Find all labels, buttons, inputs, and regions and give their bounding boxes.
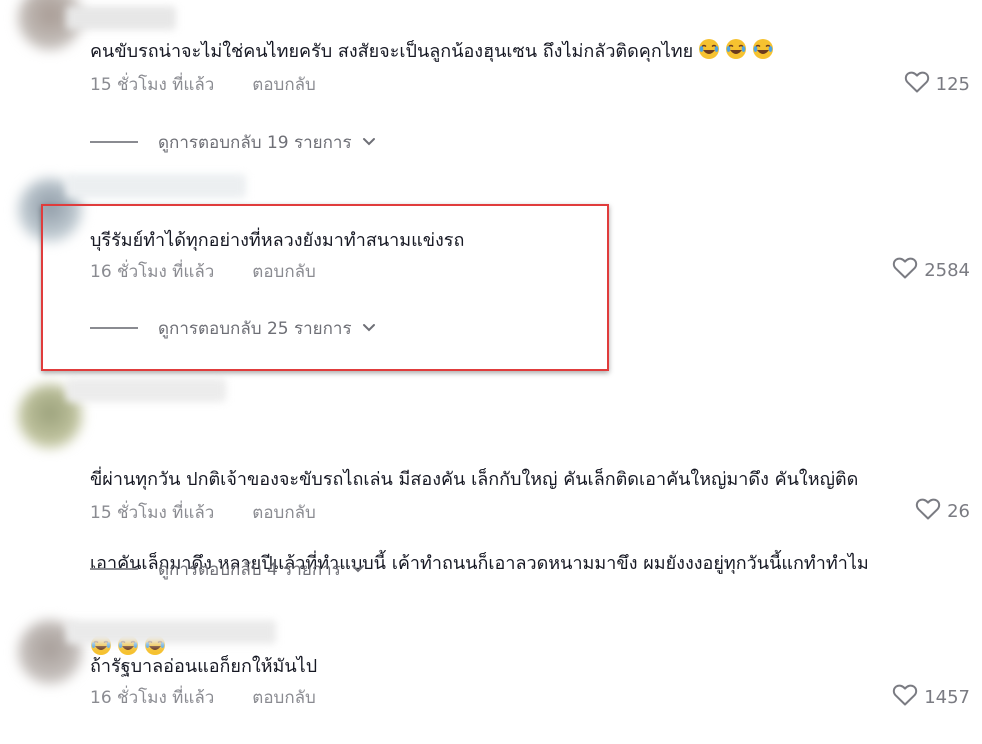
- comment-text-line: ขี่ผ่านทุกวัน ปกติเจ้าของจะขับรถไถเล่น ม…: [90, 469, 859, 490]
- laughing-face-icon: [698, 38, 720, 60]
- comment-item: บุรีรัมย์ทำได้ทุกอย่างที่หลวงยังมาทำสนาม…: [0, 170, 982, 360]
- reply-button[interactable]: ตอบกลับ: [252, 499, 316, 526]
- reply-button[interactable]: ตอบกลับ: [252, 71, 316, 98]
- comment-text: ถ้ารัฐบาลอ่อนแอก็ยกให้มันไป: [90, 653, 970, 681]
- comment-meta: 16 ชั่วโมง ที่แล้ว ตอบกลับ: [90, 258, 316, 284]
- view-replies-button[interactable]: ดูการตอบกลับ 25 รายการ: [90, 316, 376, 340]
- comments-page: คนขับรถน่าจะไม่ใช่คนไทยครับ สงสัยจะเป็นล…: [0, 0, 982, 744]
- comment-item: คนขับรถน่าจะไม่ใช่คนไทยครับ สงสัยจะเป็นล…: [0, 0, 982, 160]
- laughing-face-icon: [725, 38, 747, 60]
- chevron-down-icon[interactable]: [362, 137, 376, 147]
- comment-text-content: คนขับรถน่าจะไม่ใช่คนไทยครับ สงสัยจะเป็นล…: [90, 41, 694, 62]
- username-blurred[interactable]: [66, 174, 246, 198]
- comment-meta: 15 ชั่วโมง ที่แล้ว ตอบกลับ: [90, 499, 316, 525]
- comment-item: ถ้ารัฐบาลอ่อนแอก็ยกให้มันไป 16 ชั่วโมง ท…: [0, 614, 982, 744]
- heart-icon[interactable]: [915, 497, 947, 526]
- like-button[interactable]: 2584: [892, 257, 970, 283]
- heart-icon[interactable]: [892, 256, 924, 285]
- reply-button[interactable]: ตอบกลับ: [252, 258, 316, 285]
- heart-icon[interactable]: [904, 70, 936, 99]
- username-blurred[interactable]: [66, 620, 276, 644]
- comment-text: คนขับรถน่าจะไม่ใช่คนไทยครับ สงสัยจะเป็นล…: [90, 38, 970, 66]
- like-button[interactable]: 26: [915, 498, 970, 524]
- view-replies-label[interactable]: ดูการตอบกลับ 25 รายการ: [158, 315, 352, 342]
- like-count: 125: [935, 73, 970, 95]
- like-count: 26: [947, 500, 970, 522]
- comment-timestamp: 15 ชั่วโมง ที่แล้ว: [90, 502, 215, 523]
- view-replies-label[interactable]: ดูการตอบกลับ 19 รายการ: [158, 129, 352, 156]
- chevron-down-icon[interactable]: [351, 564, 365, 574]
- heart-icon[interactable]: [892, 683, 924, 712]
- view-replies-button[interactable]: ดูการตอบกลับ 4 รายการ: [90, 557, 365, 581]
- comment-timestamp: 16 ชั่วโมง ที่แล้ว: [90, 261, 215, 282]
- view-replies-label[interactable]: ดูการตอบกลับ 4 รายการ: [158, 556, 341, 583]
- laughing-face-icon: [752, 38, 774, 60]
- username-blurred[interactable]: [66, 6, 176, 30]
- comment-timestamp: 15 ชั่วโมง ที่แล้ว: [90, 74, 215, 95]
- comment-text-content: บุรีรัมย์ทำได้ทุกอย่างที่หลวงยังมาทำสนาม…: [90, 230, 465, 251]
- like-count: 1457: [924, 686, 970, 708]
- like-button[interactable]: 1457: [892, 684, 970, 710]
- like-button[interactable]: 125: [904, 71, 970, 97]
- divider-line: [90, 568, 138, 570]
- reply-button[interactable]: ตอบกลับ: [252, 684, 316, 711]
- divider-line: [90, 141, 138, 143]
- chevron-down-icon[interactable]: [362, 323, 376, 333]
- comment-text: บุรีรัมย์ทำได้ทุกอย่างที่หลวงยังมาทำสนาม…: [90, 227, 970, 255]
- view-replies-button[interactable]: ดูการตอบกลับ 19 รายการ: [90, 130, 376, 154]
- comment-meta: 15 ชั่วโมง ที่แล้ว ตอบกลับ: [90, 71, 316, 97]
- comment-item: ขี่ผ่านทุกวัน ปกติเจ้าของจะขับรถไถเล่น ม…: [0, 374, 982, 655]
- comment-text-content: ถ้ารัฐบาลอ่อนแอก็ยกให้มันไป: [90, 656, 318, 677]
- divider-line: [90, 327, 138, 329]
- comment-timestamp: 16 ชั่วโมง ที่แล้ว: [90, 687, 215, 708]
- comment-meta: 16 ชั่วโมง ที่แล้ว ตอบกลับ: [90, 684, 316, 710]
- like-count: 2584: [924, 259, 970, 281]
- username-blurred[interactable]: [66, 378, 226, 402]
